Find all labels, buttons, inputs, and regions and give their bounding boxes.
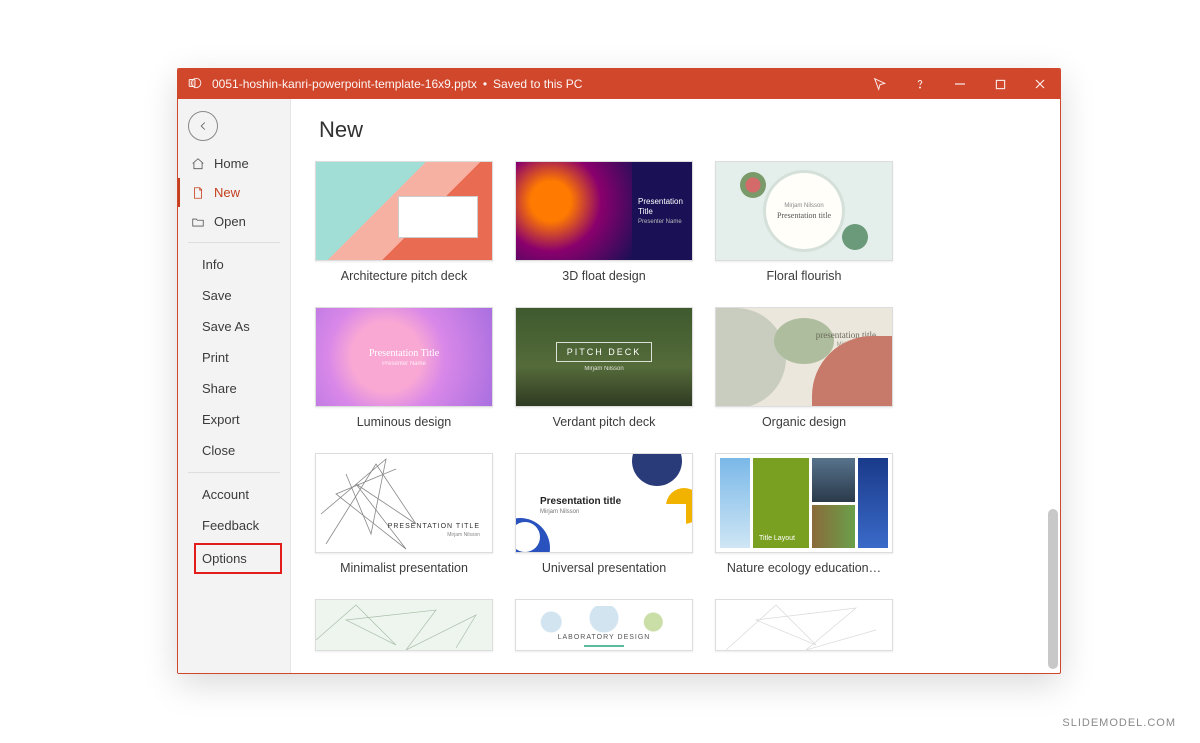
template-thumb: PITCH DECK [315, 161, 493, 261]
minimize-button[interactable] [940, 69, 980, 99]
backstage-sidebar: Home New Open Info Save Save As Print Sh… [178, 99, 291, 673]
separator [188, 242, 280, 243]
template-tile-minimalist[interactable]: PRESENTATION TITLEMirjam Nilsson Minimal… [315, 453, 493, 589]
template-thumb: Title Layout [715, 453, 893, 553]
sidebar-item-new[interactable]: New [178, 178, 290, 207]
save-status: Saved to this PC [493, 77, 582, 91]
template-label: Floral flourish [715, 261, 893, 297]
sidebar-item-share[interactable]: Share [178, 373, 290, 404]
template-tile-universal[interactable]: Presentation titleMirjam Nilsson Univers… [515, 453, 693, 589]
template-tile-architecture[interactable]: PITCH DECK Architecture pitch deck [315, 161, 493, 297]
document-filename: 0051-hoshin-kanri-powerpoint-template-16… [212, 77, 477, 91]
template-label: Universal presentation [515, 553, 693, 589]
sidebar-item-info[interactable]: Info [178, 249, 290, 280]
sidebar-item-account[interactable]: Account [178, 479, 290, 510]
template-thumb: PRESENTATION TITLEMirjam Nilsson [315, 453, 493, 553]
template-label: Minimalist presentation [315, 553, 493, 589]
template-thumb [715, 599, 893, 651]
template-label: Organic design [715, 407, 893, 443]
template-thumb [315, 599, 493, 651]
template-tile[interactable] [315, 599, 493, 651]
close-button[interactable] [1020, 69, 1060, 99]
template-tile-organic[interactable]: presentation titleMirjam Nilsson Organic… [715, 307, 893, 443]
help-button[interactable] [900, 69, 940, 99]
template-label: 3D float design [515, 261, 693, 297]
content-area: New PITCH DECK Architecture pitch deck P… [291, 99, 1060, 673]
template-thumb: PITCH DECK Mirjam Nilsson [515, 307, 693, 407]
template-thumb: Presentation Title Presenter Name [315, 307, 493, 407]
scrollbar-thumb[interactable] [1048, 509, 1058, 669]
template-label: Luminous design [315, 407, 493, 443]
sidebar-item-print[interactable]: Print [178, 342, 290, 373]
maximize-button[interactable] [980, 69, 1020, 99]
template-tile-floral[interactable]: Mirjam NilssonPresentation title Floral … [715, 161, 893, 297]
template-thumb: Presentation TitlePresenter Name [515, 161, 693, 261]
home-icon [190, 157, 206, 171]
template-label: Nature ecology education… [715, 553, 893, 589]
powerpoint-window: 0051-hoshin-kanri-powerpoint-template-16… [177, 68, 1061, 674]
template-tile-luminous[interactable]: Presentation Title Presenter Name Lumino… [315, 307, 493, 443]
watermark: SLIDEMODEL.COM [1062, 717, 1176, 729]
template-tile-3d-float[interactable]: Presentation TitlePresenter Name 3D floa… [515, 161, 693, 297]
sidebar-item-export[interactable]: Export [178, 404, 290, 435]
back-button[interactable] [188, 111, 218, 141]
sidebar-item-label: Home [214, 156, 249, 171]
template-label: Verdant pitch deck [515, 407, 693, 443]
template-tile[interactable]: LABORATORY DESIGN [515, 599, 693, 651]
sidebar-item-save-as[interactable]: Save As [178, 311, 290, 342]
sidebar-item-close[interactable]: Close [178, 435, 290, 466]
template-tile-verdant[interactable]: PITCH DECK Mirjam Nilsson Verdant pitch … [515, 307, 693, 443]
thumb-text: PITCH DECK [421, 206, 464, 213]
document-icon [190, 186, 206, 200]
titlebar: 0051-hoshin-kanri-powerpoint-template-16… [178, 69, 1060, 99]
template-thumb: Presentation titleMirjam Nilsson [515, 453, 693, 553]
template-tile[interactable] [715, 599, 893, 651]
page-title: New [319, 117, 1036, 143]
sidebar-item-home[interactable]: Home [178, 149, 290, 178]
sidebar-item-options[interactable]: Options [194, 543, 282, 574]
template-thumb: Mirjam NilssonPresentation title [715, 161, 893, 261]
sidebar-item-label: New [214, 185, 240, 200]
sidebar-item-feedback[interactable]: Feedback [178, 510, 290, 541]
separator [188, 472, 280, 473]
template-grid: PITCH DECK Architecture pitch deck Prese… [315, 161, 1036, 651]
app-icon [188, 76, 202, 93]
template-label: Architecture pitch deck [315, 261, 493, 297]
template-thumb: presentation titleMirjam Nilsson [715, 307, 893, 407]
coming-soon-icon[interactable] [860, 69, 900, 99]
template-thumb: LABORATORY DESIGN [515, 599, 693, 651]
sidebar-item-open[interactable]: Open [178, 207, 290, 236]
sidebar-item-label: Open [214, 214, 246, 229]
folder-icon [190, 215, 206, 229]
sidebar-item-save[interactable]: Save [178, 280, 290, 311]
template-tile-nature[interactable]: Title Layout Nature ecology education… [715, 453, 893, 589]
